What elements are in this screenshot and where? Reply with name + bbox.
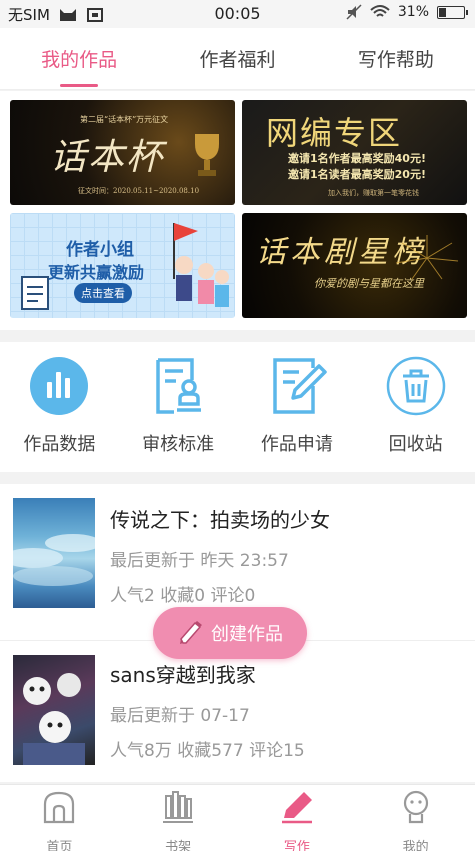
bottom-nav: 首页 书架 写作 我的 [0, 784, 475, 851]
status-bar: 无SIM 00:05 31% [0, 0, 475, 28]
create-work-label: 创建作品 [211, 624, 283, 645]
banner-title: 作者小组 [66, 240, 134, 260]
write-pen-icon [281, 792, 312, 824]
cartoon-characters [173, 223, 229, 307]
tab-author-benefits[interactable]: 作者福利 [158, 28, 316, 89]
shortcut-label: 作品申请 [260, 434, 333, 455]
trash-icon [386, 356, 445, 416]
nav-home[interactable]: 首页 [0, 785, 119, 851]
bar-chart-icon [30, 357, 89, 415]
tab-my-works[interactable]: 我的作品 [0, 28, 158, 89]
shortcut-work-apply[interactable]: 作品申请 [238, 342, 357, 472]
cover-illustration [23, 673, 85, 765]
work-title: sans穿越到我家 [110, 663, 256, 687]
banner-view-button[interactable]: 点击查看 [74, 283, 132, 303]
nav-profile[interactable]: 我的 [356, 785, 475, 851]
nav-bookshelf[interactable]: 书架 [119, 785, 238, 851]
trophy-icon [195, 134, 219, 176]
banner-title: 话本杯 [50, 137, 165, 178]
shortcut-work-data[interactable]: 作品数据 [0, 342, 119, 472]
work-cover [13, 655, 95, 765]
banner-subtitle: 更新共赢激励 [48, 263, 145, 282]
shortcut-label: 审核标准 [142, 434, 215, 455]
edit-document-icon [273, 358, 327, 414]
nav-write[interactable]: 写作 [238, 785, 357, 851]
work-item[interactable]: sans穿越到我家 最后更新于 07-17 人气8万 收藏577 评论15 [0, 640, 475, 782]
banner-title: 网编专区 [266, 114, 403, 152]
pencil-icon [180, 621, 202, 644]
work-title: 传说之下：拍卖场的少女 [110, 508, 330, 532]
nav-label: 写作 [283, 840, 310, 851]
bookshelf-icon [163, 791, 194, 823]
nav-label: 首页 [46, 840, 73, 851]
shortcut-recycle-bin[interactable]: 回收站 [356, 342, 475, 472]
nav-label: 书架 [165, 840, 192, 851]
banner-editor-zone[interactable]: 网编专区 邀请1名作者最高奖励40元! 邀请1名读者最高奖励20元! 加入我们，… [242, 100, 467, 205]
banner-line-2: 邀请1名读者最高奖励20元! [288, 168, 426, 181]
banner-section: 第二届“话本杯”万元征文 话本杯 征文时间：2020.05.11~2020.08… [0, 91, 475, 330]
banner-author-group[interactable]: 作者小组 更新共赢激励 点击查看 [10, 213, 235, 318]
create-work-button[interactable]: 创建作品 [153, 607, 307, 659]
shortcut-review-standard[interactable]: 审核标准 [119, 342, 238, 472]
work-updated: 最后更新于 07-17 [110, 706, 250, 726]
battery-percent: 31% [397, 4, 429, 20]
banner-drama-stars[interactable]: 话本剧星榜 你爱的剧与星都在这里 [242, 213, 467, 318]
banner-huaben-cup[interactable]: 第二届“话本杯”万元征文 话本杯 征文时间：2020.05.11~2020.08… [10, 100, 235, 205]
shortcut-label: 作品数据 [23, 434, 96, 455]
shortcut-label: 回收站 [388, 434, 443, 455]
battery-icon [437, 5, 468, 19]
work-stats: 人气8万 收藏577 评论15 [110, 741, 305, 761]
work-updated: 最后更新于 昨天 23:57 [110, 551, 289, 571]
banner-date: 征文时间：2020.05.11~2020.08.10 [78, 187, 200, 195]
top-tabs: 我的作品 作者福利 写作帮助 [0, 28, 475, 90]
work-cover [13, 498, 95, 608]
battery-level [439, 7, 447, 17]
banner-subtitle: 第二届“话本杯”万元征文 [80, 115, 169, 124]
home-icon [44, 791, 75, 824]
cover-illustration [13, 534, 95, 586]
banner-line-3: 加入我们，赚取第一笔零花钱 [328, 189, 419, 197]
review-stamp-icon [156, 358, 202, 414]
work-stats: 人气2 收藏0 评论0 [110, 586, 256, 606]
profile-icon [403, 790, 428, 824]
firework-decoration [395, 235, 459, 280]
nav-label: 我的 [402, 840, 429, 851]
wifi-icon [370, 5, 390, 17]
banner-line-1: 邀请1名作者最高奖励40元! [288, 152, 426, 165]
tab-writing-help[interactable]: 写作帮助 [317, 28, 475, 89]
mute-icon [346, 4, 362, 20]
shortcut-row: 作品数据 审核标准 作品申请 回收站 [0, 342, 475, 472]
